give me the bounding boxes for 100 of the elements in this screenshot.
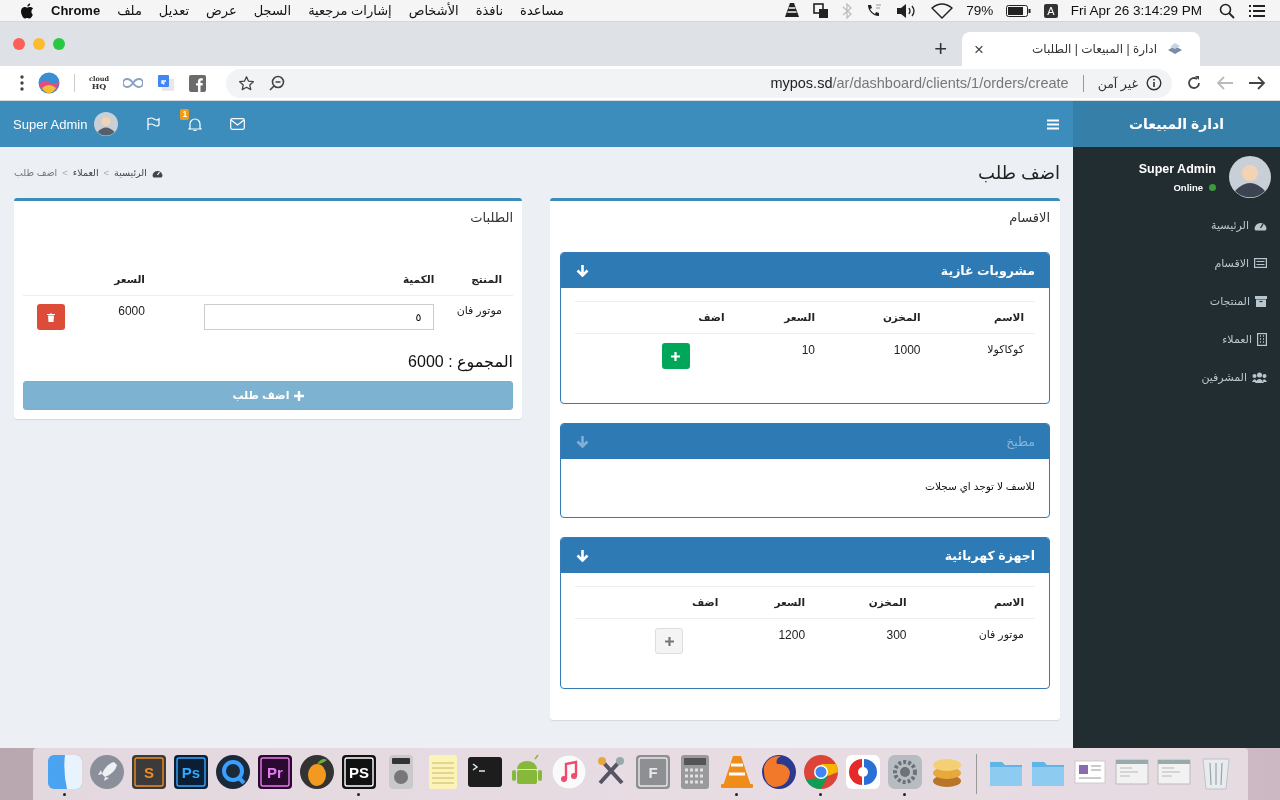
music-note-icon[interactable] — [549, 752, 588, 791]
column-header: السعر — [735, 301, 826, 334]
swirl-icon[interactable] — [843, 752, 882, 791]
add-button[interactable] — [661, 343, 690, 369]
reload-icon[interactable] — [1186, 75, 1202, 91]
table-cell: موتور فان — [917, 618, 1035, 663]
breadcrumb-separator: > — [62, 167, 68, 178]
phone-icon[interactable] — [865, 2, 884, 19]
panel-title: الطلبات — [469, 209, 513, 227]
breadcrumb-item[interactable]: الرئيسية — [114, 167, 147, 178]
arrow-down-icon[interactable] — [576, 264, 589, 277]
table-cell: كوكاكولا — [931, 333, 1035, 378]
arrow-down-icon[interactable] — [576, 549, 589, 562]
globe-icon[interactable] — [759, 752, 798, 791]
column-header: المخزن — [826, 301, 932, 334]
user-name[interactable]: Super Admin — [13, 116, 88, 132]
browser-icon[interactable] — [801, 752, 840, 791]
ring-icon[interactable] — [213, 752, 252, 791]
translate-icon[interactable] — [157, 74, 176, 92]
menu-item[interactable]: تعديل — [158, 3, 190, 18]
breadcrumb-separator: > — [103, 167, 110, 178]
column-header: المنتج — [445, 237, 513, 296]
sidebar-item[interactable]: المشرفين — [1073, 358, 1280, 396]
column-header: اضف — [575, 586, 730, 619]
add-button[interactable] — [655, 628, 684, 654]
quantity-input[interactable]: ٥ — [204, 304, 435, 330]
plus-icon — [664, 636, 674, 646]
category-header[interactable]: مشروبات غازية — [561, 253, 1049, 288]
table-cell: 300 — [816, 618, 918, 663]
infinity-icon[interactable] — [123, 77, 144, 89]
plus-icon — [671, 351, 681, 361]
security-label[interactable]: غير آمن — [1097, 75, 1138, 91]
menu-item[interactable]: مساعدة — [520, 3, 565, 18]
app-logo-bar[interactable]: ادارة المبيعات — [1073, 101, 1280, 147]
battery-percent: 79% — [966, 3, 994, 18]
column-header: الكمية — [155, 237, 446, 296]
table-cell: 10 — [735, 333, 826, 378]
archive-icon — [1255, 295, 1267, 307]
flag-icon[interactable] — [146, 117, 161, 131]
facebook-icon[interactable] — [189, 74, 207, 92]
zoom-icon[interactable] — [269, 75, 286, 91]
sidebar-item[interactable]: الرئيسية — [1073, 206, 1280, 244]
column-header: السعر — [105, 237, 156, 296]
more-menu-icon[interactable] — [20, 75, 24, 91]
info-icon[interactable] — [1146, 75, 1162, 91]
menu-item[interactable]: ملف — [117, 3, 142, 18]
letter-tile-icon[interactable]: PS — [339, 752, 378, 791]
star-icon[interactable] — [238, 74, 256, 92]
envelope-icon[interactable] — [230, 118, 246, 130]
apple-icon[interactable] — [20, 2, 34, 19]
settings-icon[interactable] — [885, 752, 924, 791]
forward-arrow-icon[interactable] — [1248, 75, 1266, 91]
menu-icon[interactable] — [1047, 118, 1059, 130]
search-icon[interactable] — [1219, 2, 1235, 19]
wifi-icon[interactable] — [931, 2, 954, 19]
menu-item[interactable]: عرض — [206, 3, 237, 18]
user-name: Super Admin — [1138, 161, 1216, 176]
menu-item[interactable]: نافذة — [475, 3, 504, 18]
cone-icon[interactable] — [784, 2, 801, 19]
input-source-indicator[interactable]: A — [1044, 3, 1058, 18]
url-text[interactable]: mypos.sd/ar/dashboard/clients/1/orders/create — [770, 75, 1069, 91]
menu-item[interactable]: الأشخاص — [408, 3, 459, 18]
app-title[interactable]: ادارة المبيعات — [1128, 116, 1225, 132]
list-icon[interactable] — [1248, 3, 1266, 18]
new-tab-button[interactable]: + — [934, 38, 947, 60]
delete-button[interactable] — [36, 304, 65, 330]
window-controls-drawing[interactable] — [12, 37, 68, 51]
close-tab-button[interactable]: × — [974, 40, 984, 58]
plus-icon — [293, 390, 304, 401]
column-header: الاسم — [931, 301, 1035, 334]
browser-tab[interactable]: × ادارة | المبيعات | الطلبات — [962, 32, 1200, 66]
rocket-icon[interactable] — [87, 752, 126, 791]
menu-item[interactable]: السجل — [253, 3, 292, 18]
building-icon — [1257, 332, 1267, 346]
letter-tile-icon[interactable]: Ps — [171, 752, 210, 791]
bell-icon[interactable] — [188, 116, 203, 132]
app-menu[interactable]: Chrome — [51, 3, 101, 18]
trash-icon — [46, 312, 55, 322]
letter-tile-icon[interactable]: S — [129, 752, 168, 791]
page-title: اضف طلب — [978, 161, 1060, 184]
profile-avatar[interactable] — [38, 72, 60, 94]
sidebar-item[interactable]: المنتجات — [1073, 282, 1280, 320]
letter-tile-icon[interactable]: Pr — [255, 752, 294, 791]
breadcrumb-item[interactable]: العملاء — [72, 167, 99, 178]
clock[interactable]: Fri Apr 26 3:14:29 PM — [1070, 3, 1202, 18]
column-header: اضف — [575, 301, 736, 334]
category-header[interactable]: اجهزة كهربائية — [561, 538, 1049, 573]
sidebar-item[interactable]: الاقسام — [1073, 244, 1280, 282]
menu-item[interactable]: إشارات مرجعية — [308, 3, 392, 18]
display-icon[interactable] — [813, 2, 830, 19]
tab-title: ادارة | المبيعات | الطلبات — [1032, 42, 1157, 56]
panel-title: الاقسام — [1008, 209, 1050, 227]
avatar[interactable] — [94, 112, 119, 136]
sidebar-item[interactable]: العملاء — [1073, 320, 1280, 358]
column-header: السعر — [729, 586, 817, 619]
category-title[interactable]: مشروبات غازية — [940, 263, 1035, 278]
category-title[interactable]: اجهزة كهربائية — [944, 548, 1035, 563]
fruit-icon[interactable] — [297, 752, 336, 791]
battery-icon[interactable] — [1006, 4, 1032, 17]
split-tile-icon[interactable] — [45, 752, 84, 791]
